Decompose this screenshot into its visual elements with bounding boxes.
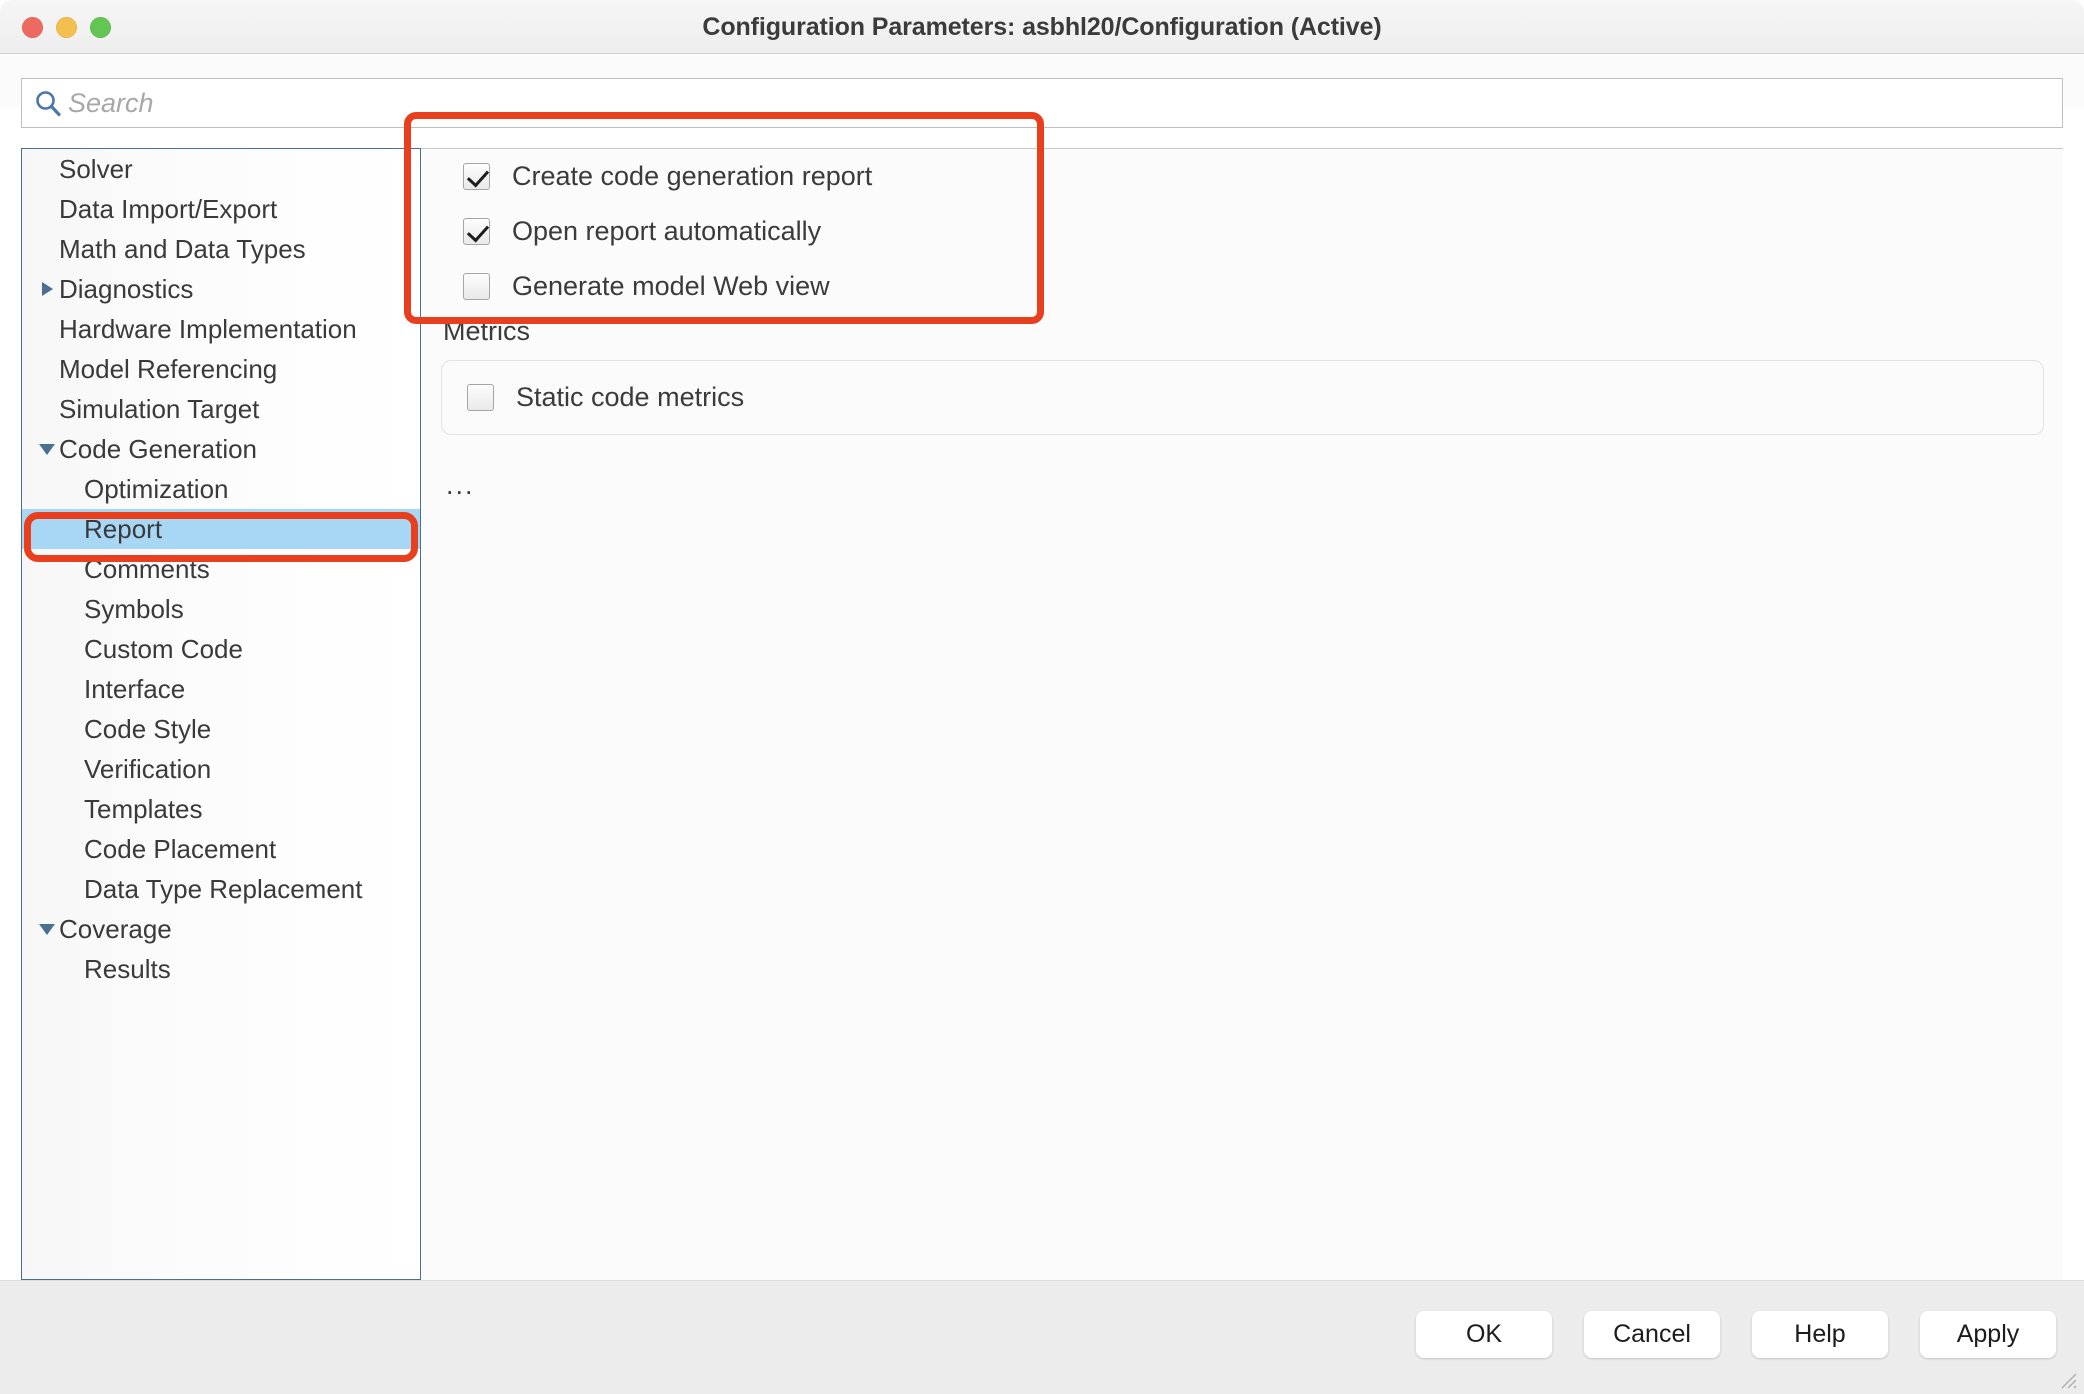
search-bar-area	[0, 54, 2084, 128]
dialog-button-row: OK Cancel Help Apply	[1416, 1311, 2056, 1358]
generate-model-web-view-label: Generate model Web view	[512, 271, 830, 301]
checkbox-row-create-code-generation-report[interactable]: Create code generation report	[441, 149, 2043, 204]
metrics-section-title: Metrics	[443, 316, 530, 346]
sidebar-item-symbols[interactable]: Symbols	[22, 589, 420, 629]
open-report-automatically-label: Open report automatically	[512, 216, 822, 246]
static-code-metrics-checkbox[interactable]	[467, 384, 494, 411]
window-titlebar: Configuration Parameters: asbhl20/Config…	[0, 0, 2084, 54]
cancel-button[interactable]: Cancel	[1584, 1311, 1720, 1358]
sidebar-item-label: Code Placement	[84, 833, 277, 864]
window-title: Configuration Parameters: asbhl20/Config…	[702, 13, 1382, 41]
create-code-generation-report-label: Create code generation report	[512, 161, 873, 191]
chevron-right-glyph	[41, 282, 53, 296]
search-input[interactable]	[68, 80, 2062, 126]
static-code-metrics-label: Static code metrics	[516, 382, 745, 412]
sidebar-item-results[interactable]: Results	[22, 949, 420, 989]
chevron-right-icon[interactable]	[36, 269, 58, 309]
checkbox-row-open-report-automatically[interactable]: Open report automatically	[441, 204, 2043, 259]
search-field[interactable]	[21, 78, 2063, 128]
resize-grip-icon[interactable]	[2056, 1368, 2078, 1390]
metrics-options-panel: Static code metrics	[441, 360, 2044, 435]
sidebar-item-diagnostics[interactable]: Diagnostics	[22, 269, 420, 309]
sidebar-item-hardware-implementation[interactable]: Hardware Implementation	[22, 309, 420, 349]
sidebar-item-label: Data Type Replacement	[84, 873, 363, 904]
sidebar-item-data-import-export[interactable]: Data Import/Export	[22, 189, 420, 229]
sidebar-item-label: Hardware Implementation	[59, 313, 357, 344]
open-report-automatically-checkbox[interactable]	[463, 218, 490, 245]
sidebar-item-label: Data Import/Export	[59, 193, 278, 224]
configuration-parameters-window: Configuration Parameters: asbhl20/Config…	[0, 0, 2084, 1394]
sidebar-item-verification[interactable]: Verification	[22, 749, 420, 789]
ok-button[interactable]: OK	[1416, 1311, 1552, 1358]
report-options-group: Create code generation report Open report…	[441, 149, 2043, 344]
search-icon	[22, 88, 68, 118]
sidebar-item-coverage[interactable]: Coverage	[22, 909, 420, 949]
chevron-down-icon[interactable]	[36, 909, 58, 949]
sidebar-item-label: Model Referencing	[59, 353, 278, 384]
sidebar-item-code-style[interactable]: Code Style	[22, 709, 420, 749]
chevron-down-icon[interactable]	[36, 429, 58, 469]
help-button[interactable]: Help	[1752, 1311, 1888, 1358]
generate-model-web-view-checkbox[interactable]	[463, 273, 490, 300]
sidebar-item-model-referencing[interactable]: Model Referencing	[22, 349, 420, 389]
sidebar-item-code-generation[interactable]: Code Generation	[22, 429, 420, 469]
apply-button[interactable]: Apply	[1920, 1311, 2056, 1358]
sidebar-item-comments[interactable]: Comments	[22, 549, 420, 589]
sidebar-item-code-placement[interactable]: Code Placement	[22, 829, 420, 869]
more-options-ellipsis: ...	[446, 470, 475, 500]
sidebar-item-math-and-data-types[interactable]: Math and Data Types	[22, 229, 420, 269]
sidebar-item-label: Math and Data Types	[59, 233, 306, 264]
sidebar-item-optimization[interactable]: Optimization	[22, 469, 420, 509]
sidebar-item-solver[interactable]: Solver	[22, 149, 420, 189]
sidebar-item-interface[interactable]: Interface	[22, 669, 420, 709]
create-code-generation-report-checkbox[interactable]	[463, 163, 490, 190]
sidebar-item-simulation-target[interactable]: Simulation Target	[22, 389, 420, 429]
sidebar-item-templates[interactable]: Templates	[22, 789, 420, 829]
chevron-down-glyph	[39, 443, 55, 455]
settings-tree[interactable]: Solver Data Import/Export Math and Data Ty…	[21, 148, 421, 1280]
dialog-footer: OK Cancel Help Apply	[0, 1280, 2084, 1394]
chevron-down-glyph	[39, 923, 55, 935]
sidebar-item-custom-code[interactable]: Custom Code	[22, 629, 420, 669]
sidebar-item-data-type-replacement[interactable]: Data Type Replacement	[22, 869, 420, 909]
checkbox-row-generate-model-web-view[interactable]: Generate model Web view	[441, 259, 2043, 314]
sidebar-item-report[interactable]: Report	[22, 509, 420, 549]
report-settings-panel: Create code generation report Open report…	[421, 148, 2063, 1280]
